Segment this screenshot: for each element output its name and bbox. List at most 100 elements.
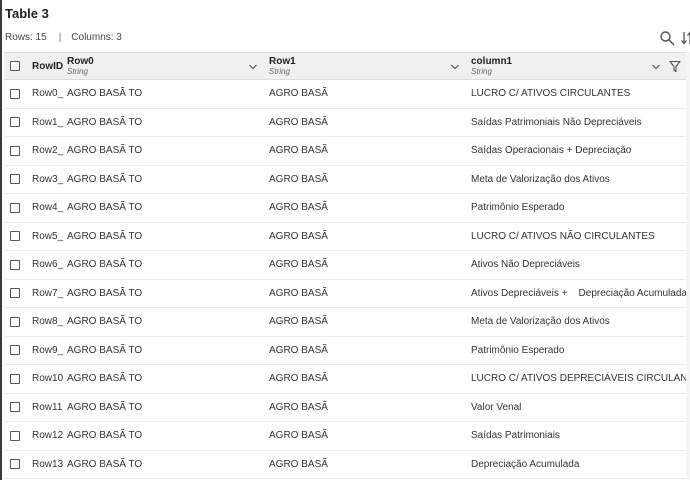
table-row[interactable]: Row12 AGRO BASÃ TO AGRO BASÃ Saídas Patr… — [4, 422, 690, 451]
row-checkbox[interactable] — [10, 288, 20, 299]
table-title: Table 3 — [5, 6, 49, 21]
row0-cell: AGRO BASÃ TO — [67, 230, 143, 242]
table-body: Row0_ AGRO BASÃ TO AGRO BASÃ LUCRO C/ AT… — [4, 80, 690, 479]
row1-cell: AGRO BASÃ — [269, 287, 328, 299]
row-id-cell: Row11 — [32, 401, 63, 413]
row-checkbox[interactable] — [10, 345, 20, 356]
filter-icon[interactable] — [669, 60, 681, 73]
row1-cell: AGRO BASÃ — [269, 430, 328, 442]
row-checkbox[interactable] — [10, 202, 20, 213]
row0-cell: AGRO BASÃ TO — [67, 373, 143, 385]
row-checkbox[interactable] — [10, 402, 20, 413]
row-id-cell: Row6_ — [32, 259, 64, 271]
window-left-border — [0, 0, 2, 480]
header-row1-label: Row1 — [269, 55, 296, 67]
row-checkbox[interactable] — [10, 174, 20, 185]
columns-count: Columns: 3 — [71, 32, 122, 43]
row-checkbox[interactable] — [10, 316, 20, 327]
table-row[interactable]: Row1_ AGRO BASÃ TO AGRO BASÃ Saídas Patr… — [4, 109, 690, 137]
column1-cell: LUCRO C/ ATIVOS DEPRECIÁVEIS CIRCULANTES — [471, 373, 690, 385]
row1-cell: AGRO BASÃ — [269, 373, 328, 385]
header-rowid[interactable]: RowID — [32, 53, 66, 79]
row-id-cell: Row1_ — [32, 116, 64, 128]
table-row[interactable]: Row3_ AGRO BASÃ TO AGRO BASÃ Meta de Val… — [4, 166, 690, 194]
row1-cell: AGRO BASÃ — [269, 401, 328, 413]
column1-cell: Patrimônio Esperado — [471, 344, 565, 356]
row-checkbox[interactable] — [10, 231, 20, 242]
table-row[interactable]: Row9_ AGRO BASÃ TO AGRO BASÃ Patrimônio … — [4, 337, 690, 365]
chevron-down-icon[interactable] — [248, 62, 258, 72]
row0-cell: AGRO BASÃ TO — [67, 116, 143, 128]
column1-cell: Saídas Patrimoniais Não Depreciáveis — [471, 116, 642, 128]
vertical-scrollbar[interactable] — [686, 52, 690, 480]
select-all-cell — [4, 53, 26, 79]
row0-cell: AGRO BASÃ TO — [67, 458, 143, 470]
rows-count: Rows: 15 — [5, 32, 47, 43]
table-row[interactable]: Row13 AGRO BASÃ TO AGRO BASÃ Depreciação… — [4, 451, 690, 479]
column1-cell: Meta de Valorização dos Ativos — [471, 173, 610, 185]
row-id-cell: Row3_ — [32, 173, 64, 185]
row0-cell: AGRO BASÃ TO — [67, 287, 143, 299]
row1-cell: AGRO BASÃ — [269, 145, 328, 157]
row-checkbox[interactable] — [10, 117, 20, 128]
table-row[interactable]: Row7_ AGRO BASÃ TO AGRO BASÃ Ativos Depr… — [4, 280, 690, 308]
table-row[interactable]: Row10 AGRO BASÃ TO AGRO BASÃ LUCRO C/ AT… — [4, 365, 690, 394]
table-row[interactable]: Row8_ AGRO BASÃ TO AGRO BASÃ Meta de Val… — [4, 308, 690, 337]
row-id-cell: Row2_ — [32, 145, 64, 157]
row1-cell: AGRO BASÃ — [269, 458, 328, 470]
table-row[interactable]: Row2_ AGRO BASÃ TO AGRO BASÃ Saídas Oper… — [4, 137, 690, 166]
row-id-cell: Row4_ — [32, 202, 64, 214]
row-id-cell: Row7_ — [32, 287, 64, 299]
row0-cell: AGRO BASÃ TO — [67, 401, 143, 413]
column1-cell: Patrimônio Esperado — [471, 202, 565, 214]
row0-cell: AGRO BASÃ TO — [67, 88, 143, 100]
table-row[interactable]: Row0_ AGRO BASÃ TO AGRO BASÃ LUCRO C/ AT… — [4, 80, 690, 109]
row0-cell: AGRO BASÃ TO — [67, 259, 143, 271]
column1-cell: Saídas Operacionais + Depreciação — [471, 145, 632, 157]
chevron-down-icon[interactable] — [450, 62, 460, 72]
row0-cell: AGRO BASÃ TO — [67, 344, 143, 356]
row1-cell: AGRO BASÃ — [269, 202, 328, 214]
row1-cell: AGRO BASÃ — [269, 116, 328, 128]
header-rowid-label: RowID — [32, 60, 64, 72]
table-row[interactable]: Row11 AGRO BASÃ TO AGRO BASÃ Valor Venal — [4, 394, 690, 422]
row-checkbox[interactable] — [10, 88, 20, 99]
header-row0[interactable]: Row0 String — [67, 53, 265, 79]
row-id-cell: Row13 — [32, 458, 64, 470]
chevron-down-icon[interactable] — [651, 62, 661, 72]
sort-icon[interactable] — [679, 30, 690, 46]
row-checkbox[interactable] — [10, 259, 20, 270]
header-column1-type: String — [471, 66, 492, 76]
column1-cell: LUCRO C/ ATIVOS CIRCULANTES — [471, 88, 631, 100]
row0-cell: AGRO BASÃ TO — [67, 145, 143, 157]
select-all-checkbox[interactable] — [10, 61, 20, 71]
table-row[interactable]: Row6_ AGRO BASÃ TO AGRO BASÃ Ativos Não … — [4, 251, 690, 280]
header-row1[interactable]: Row1 String — [269, 53, 467, 79]
header-row1-type: String — [269, 66, 290, 76]
column1-cell: LUCRO C/ ATIVOS NÃO CIRCULANTES — [471, 230, 655, 242]
table-row[interactable]: Row4_ AGRO BASÃ TO AGRO BASÃ Patrimônio … — [4, 194, 690, 223]
header-column1-label: column1 — [471, 55, 513, 67]
header-row0-type: String — [67, 66, 88, 76]
row1-cell: AGRO BASÃ — [269, 259, 328, 271]
row1-cell: AGRO BASÃ — [269, 230, 328, 242]
data-table: RowID Row0 String Row1 String column1 St… — [4, 52, 690, 479]
table-meta: Rows: 15 | Columns: 3 — [5, 32, 122, 43]
row-checkbox[interactable] — [10, 373, 20, 384]
column1-cell: Saídas Patrimoniais — [471, 430, 560, 442]
row0-cell: AGRO BASÃ TO — [67, 202, 143, 214]
table-row[interactable]: Row5_ AGRO BASÃ TO AGRO BASÃ LUCRO C/ AT… — [4, 223, 690, 251]
column1-cell: Valor Venal — [471, 401, 522, 413]
row-id-cell: Row12 — [32, 430, 64, 442]
search-icon[interactable] — [659, 30, 675, 46]
row1-cell: AGRO BASÃ — [269, 316, 328, 328]
row0-cell: AGRO BASÃ TO — [67, 316, 143, 328]
row-checkbox[interactable] — [10, 145, 20, 156]
row1-cell: AGRO BASÃ — [269, 88, 328, 100]
row-checkbox[interactable] — [10, 459, 20, 470]
row-checkbox[interactable] — [10, 430, 20, 441]
row-id-cell: Row8_ — [32, 316, 64, 328]
column1-cell: Meta de Valorização dos Ativos — [471, 316, 610, 328]
table-header: RowID Row0 String Row1 String column1 St… — [4, 52, 690, 80]
column1-cell: Depreciação Acumulada — [471, 458, 580, 470]
